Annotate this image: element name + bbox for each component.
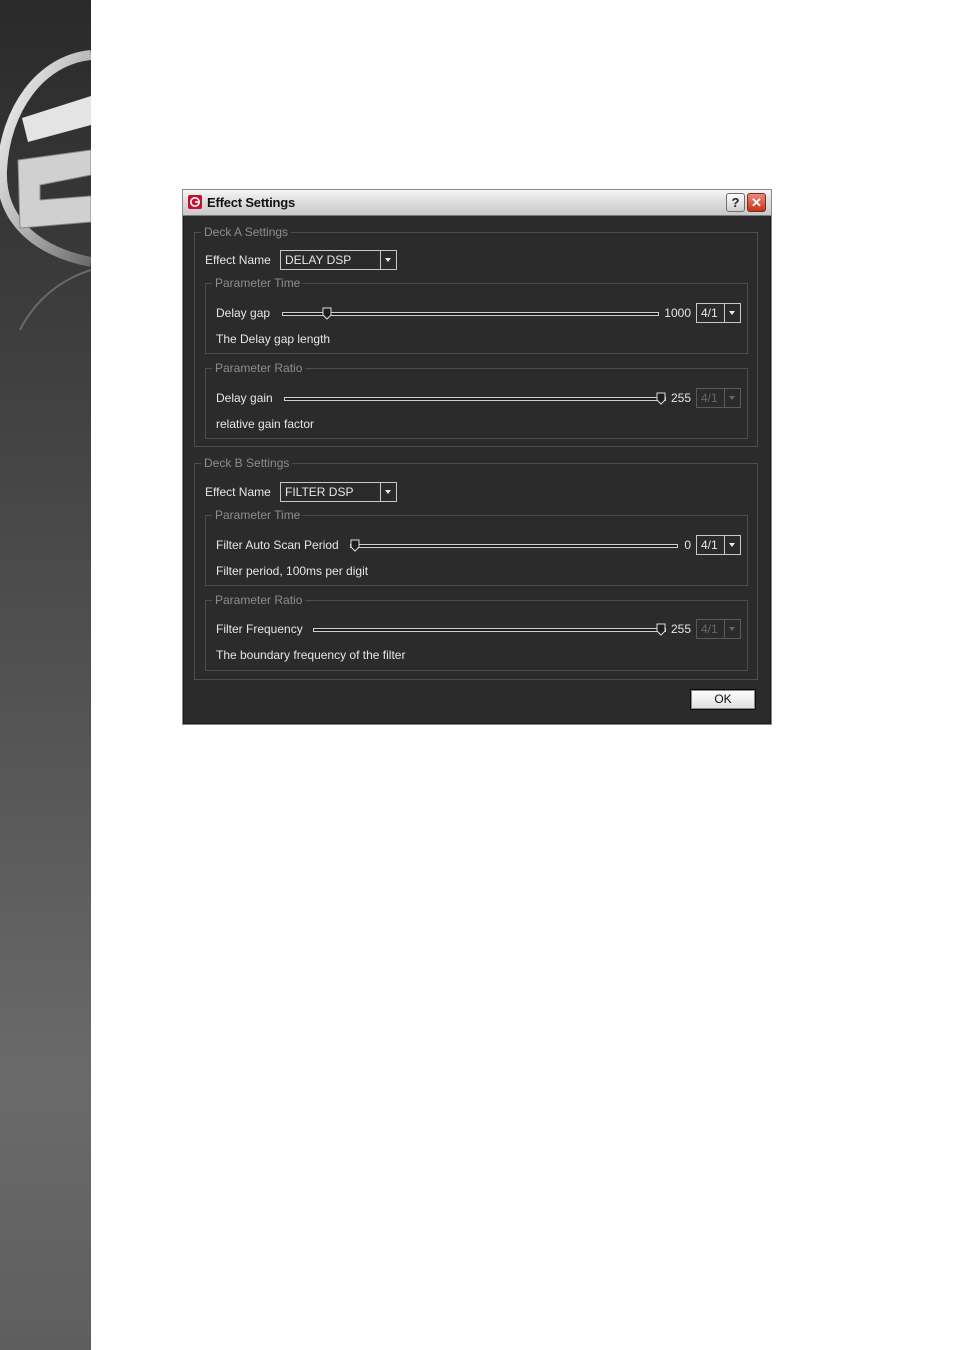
title-bar[interactable]: Effect Settings ? ✕ xyxy=(183,190,771,216)
deck-b-ratio-slider[interactable] xyxy=(313,623,666,636)
deck-a-ratio-description: relative gain factor xyxy=(216,417,315,431)
chevron-down-icon xyxy=(380,483,396,501)
side-decoration-band xyxy=(0,0,91,1350)
ok-button[interactable]: OK xyxy=(690,689,756,710)
deck-a-ratio-ratio-select: 4/1 xyxy=(696,388,741,408)
chevron-down-icon xyxy=(724,304,740,322)
deck-a-group-label: Deck A Settings xyxy=(201,225,292,239)
deck-b-time-slider[interactable] xyxy=(350,539,678,552)
deck-a-time-group-label: Parameter Time xyxy=(212,276,304,290)
deck-a-parameter-time-group: Parameter Time Delay gap 1000 4/1 The De… xyxy=(205,276,748,354)
deck-a-ratio-slider[interactable] xyxy=(284,392,666,405)
deck-a-ratio-value: 255 xyxy=(670,391,691,405)
help-button[interactable]: ? xyxy=(726,193,745,212)
deck-b-time-param-label: Filter Auto Scan Period xyxy=(216,538,339,552)
deck-a-effect-name-label: Effect Name xyxy=(205,253,271,267)
effect-settings-dialog: Effect Settings ? ✕ Deck A Settings Effe… xyxy=(182,189,772,725)
deck-b-ratio-ratio-select: 4/1 xyxy=(696,619,741,639)
deck-b-effect-name-label: Effect Name xyxy=(205,485,271,499)
deck-a-time-slider[interactable] xyxy=(282,307,659,320)
deck-b-time-ratio-value: 4/1 xyxy=(701,538,718,552)
brand-logo-icon xyxy=(0,50,91,331)
close-button[interactable]: ✕ xyxy=(747,193,766,212)
window-title: Effect Settings xyxy=(207,195,296,210)
deck-a-effect-name-select[interactable]: DELAY DSP xyxy=(280,250,397,270)
deck-a-time-description: The Delay gap length xyxy=(216,332,331,346)
deck-b-effect-name-value: FILTER DSP xyxy=(285,485,354,499)
deck-a-ratio-param-label: Delay gain xyxy=(216,391,273,405)
deck-b-ratio-value: 255 xyxy=(670,622,691,636)
deck-a-ratio-ratio-value: 4/1 xyxy=(701,391,718,405)
app-logo-icon xyxy=(188,195,202,209)
chevron-down-icon xyxy=(724,620,740,638)
chevron-down-icon xyxy=(724,536,740,554)
deck-b-parameter-ratio-group: Parameter Ratio Filter Frequency 255 4/1… xyxy=(205,593,748,671)
deck-b-time-group-label: Parameter Time xyxy=(212,508,304,522)
slider-thumb[interactable] xyxy=(350,539,360,552)
deck-b-ratio-description: The boundary frequency of the filter xyxy=(216,648,406,662)
deck-b-time-value: 0 xyxy=(684,538,691,552)
deck-a-settings-group: Deck A Settings Effect Name DELAY DSP Pa… xyxy=(194,225,758,447)
deck-a-time-ratio-value: 4/1 xyxy=(701,306,718,320)
deck-b-effect-name-select[interactable]: FILTER DSP xyxy=(280,482,397,502)
chevron-down-icon xyxy=(724,389,740,407)
deck-b-group-label: Deck B Settings xyxy=(201,456,293,470)
deck-b-ratio-ratio-value: 4/1 xyxy=(701,622,718,636)
deck-a-effect-name-value: DELAY DSP xyxy=(285,253,352,267)
deck-a-ratio-group-label: Parameter Ratio xyxy=(212,361,306,375)
deck-a-parameter-ratio-group: Parameter Ratio Delay gain 255 4/1 relat… xyxy=(205,361,748,439)
deck-b-ratio-param-label: Filter Frequency xyxy=(216,622,303,636)
slider-thumb[interactable] xyxy=(656,623,666,636)
deck-b-time-ratio-select[interactable]: 4/1 xyxy=(696,535,741,555)
deck-b-time-description: Filter period, 100ms per digit xyxy=(216,564,369,578)
deck-b-settings-group: Deck B Settings Effect Name FILTER DSP P… xyxy=(194,456,758,680)
deck-b-parameter-time-group: Parameter Time Filter Auto Scan Period 0… xyxy=(205,508,748,586)
deck-b-ratio-group-label: Parameter Ratio xyxy=(212,593,306,607)
slider-thumb[interactable] xyxy=(322,307,332,320)
deck-a-time-value: 1000 xyxy=(664,306,691,320)
deck-a-time-ratio-select[interactable]: 4/1 xyxy=(696,303,741,323)
chevron-down-icon xyxy=(380,251,396,269)
deck-a-time-param-label: Delay gap xyxy=(216,306,271,320)
slider-thumb[interactable] xyxy=(656,392,666,405)
